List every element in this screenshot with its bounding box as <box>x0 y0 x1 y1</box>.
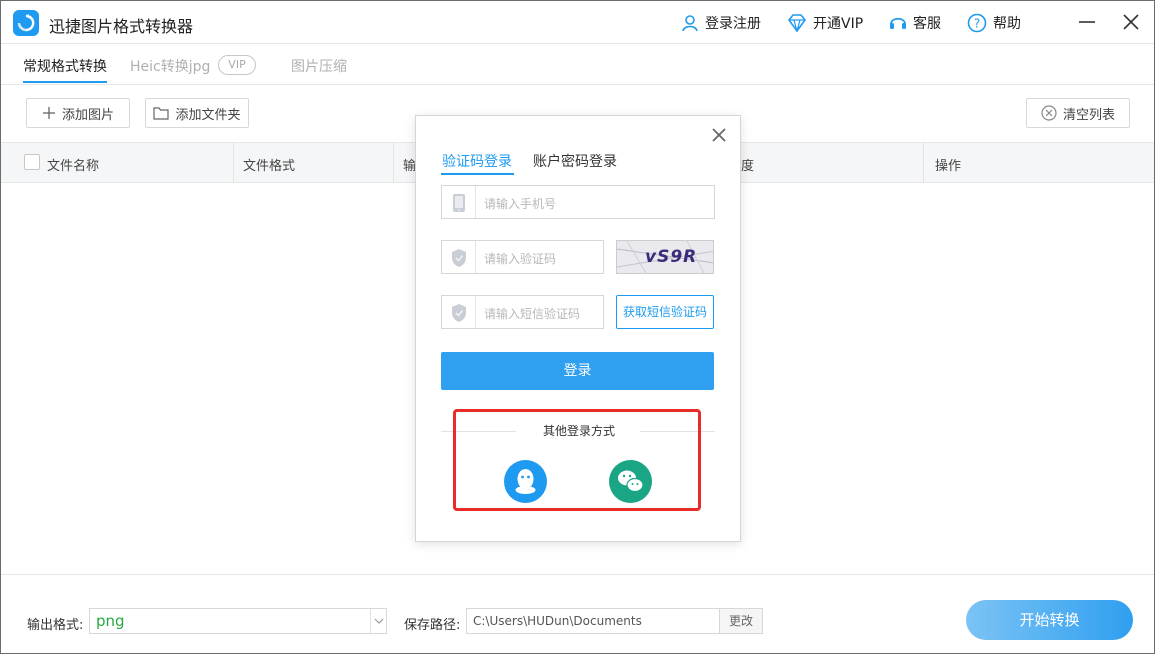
output-format-label: 输出格式: <box>27 618 84 633</box>
captcha-placeholder: 请输入验证码 <box>484 252 557 266</box>
vip-link[interactable]: 开通VIP <box>787 13 863 33</box>
captcha-text: vS9R <box>645 247 698 267</box>
change-path-button[interactable]: 更改 <box>719 608 763 634</box>
add-image-label: 添加图片 <box>61 107 114 123</box>
plus-icon <box>42 107 55 119</box>
shield-icon <box>442 296 476 328</box>
login-register-label: 登录注册 <box>705 16 761 32</box>
start-convert-button[interactable]: 开始转换 <box>966 600 1133 640</box>
tab-heic-to-jpg[interactable]: Heic转换jpg <box>130 56 210 76</box>
svg-text:?: ? <box>974 17 980 31</box>
add-folder-button[interactable]: 添加文件夹 <box>145 98 249 128</box>
app-logo-icon <box>13 10 39 36</box>
help-label: 帮助 <box>993 16 1021 32</box>
bottom-bar: 输出格式: png 保存路径: C:\Users\HUDun\Documents… <box>1 574 1154 653</box>
save-path-input[interactable]: C:\Users\HUDun\Documents <box>466 608 720 634</box>
service-label: 客服 <box>913 16 941 32</box>
shield-icon <box>442 241 476 273</box>
close-icon <box>712 128 726 142</box>
column-progress: 度 <box>741 159 755 174</box>
captcha-input[interactable]: 请输入验证码 <box>441 240 604 274</box>
output-format-select[interactable]: png <box>89 608 387 634</box>
main-tabs: 常规格式转换 Heic转换jpg VIP 图片压缩 <box>1 45 1154 85</box>
headset-icon <box>890 17 906 29</box>
user-icon <box>682 15 698 32</box>
tab-sms-login[interactable]: 验证码登录 <box>442 151 512 171</box>
login-button[interactable]: 登录 <box>441 352 714 390</box>
select-all-checkbox[interactable] <box>24 154 40 170</box>
clear-icon <box>1041 105 1057 121</box>
active-tab-indicator <box>23 81 107 83</box>
column-divider <box>393 143 394 182</box>
save-path-label: 保存路径: <box>404 618 461 633</box>
column-divider <box>923 143 924 182</box>
title-bar: 迅捷图片格式转换器 登录注册 开通VIP 客服 ? 帮助 <box>1 1 1154 44</box>
phone-placeholder: 请输入手机号 <box>484 197 557 211</box>
add-folder-label: 添加文件夹 <box>175 107 241 123</box>
close-icon <box>1123 14 1139 30</box>
sms-code-placeholder: 请输入短信验证码 <box>484 307 581 321</box>
help-icon: ? <box>967 13 987 33</box>
help-link[interactable]: ? 帮助 <box>967 13 1021 33</box>
vip-badge: VIP <box>218 55 256 75</box>
minimize-icon <box>1079 21 1095 23</box>
phone-input[interactable]: 请输入手机号 <box>441 185 715 219</box>
output-format-value: png <box>96 612 125 630</box>
get-sms-code-button[interactable]: 获取短信验证码 <box>616 295 714 329</box>
column-file-name: 文件名称 <box>47 159 100 174</box>
app-title: 迅捷图片格式转换器 <box>49 17 194 36</box>
service-link[interactable]: 客服 <box>889 13 941 33</box>
sms-code-input[interactable]: 请输入短信验证码 <box>441 295 604 329</box>
diamond-icon <box>787 14 807 32</box>
add-image-button[interactable]: 添加图片 <box>26 98 130 128</box>
tab-image-compress[interactable]: 图片压缩 <box>291 56 347 76</box>
active-tab-indicator <box>441 173 514 175</box>
phone-icon <box>442 186 476 218</box>
tab-password-login[interactable]: 账户密码登录 <box>533 151 617 171</box>
tab-regular-conversion[interactable]: 常规格式转换 <box>23 56 107 76</box>
chevron-down-icon[interactable] <box>370 609 386 633</box>
highlight-box <box>453 409 701 511</box>
folder-icon <box>153 107 170 120</box>
minimize-button[interactable] <box>1076 11 1098 33</box>
column-divider <box>233 143 234 182</box>
clear-list-button[interactable]: 清空列表 <box>1026 98 1130 128</box>
column-actions: 操作 <box>935 159 962 174</box>
clear-list-label: 清空列表 <box>1062 107 1115 123</box>
dialog-close-button[interactable] <box>710 126 728 144</box>
close-window-button[interactable] <box>1120 11 1142 33</box>
captcha-image[interactable]: vS9R <box>616 240 714 274</box>
vip-label: 开通VIP <box>813 16 864 32</box>
app-window: 迅捷图片格式转换器 登录注册 开通VIP 客服 ? 帮助 常规格式转换 Heic… <box>0 0 1155 654</box>
column-file-format: 文件格式 <box>243 159 296 174</box>
login-register-link[interactable]: 登录注册 <box>681 13 761 33</box>
